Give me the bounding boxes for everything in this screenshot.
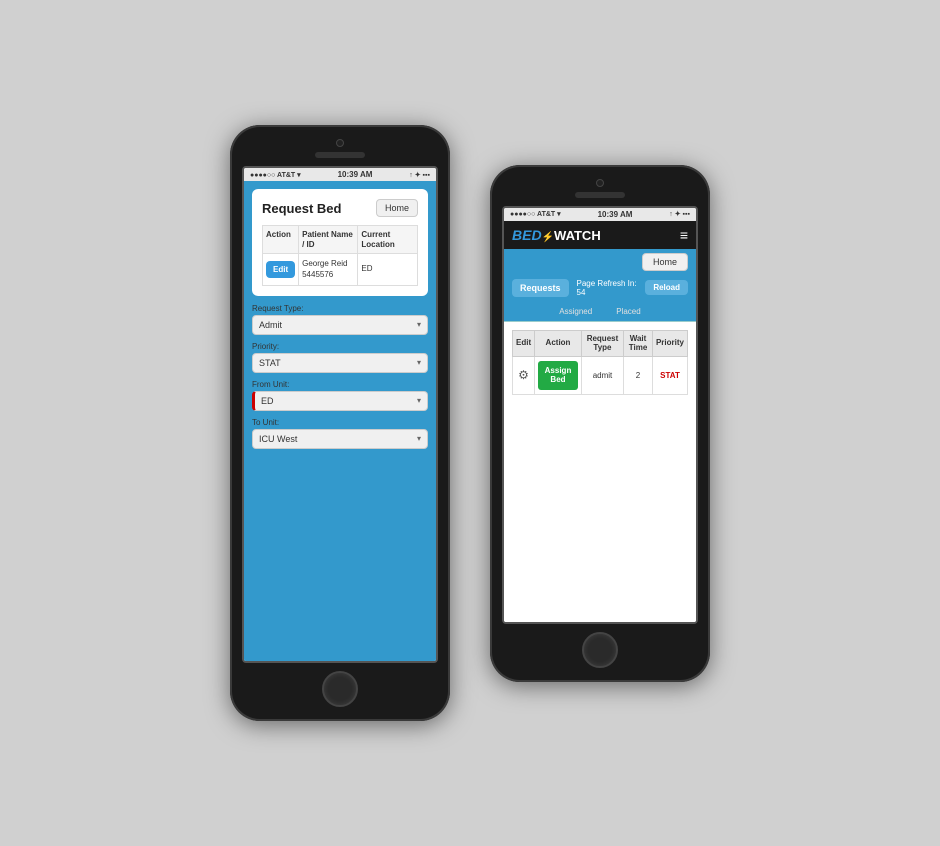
bedwatch-logo: BED⚡WATCH — [512, 227, 601, 243]
col-edit: Edit — [513, 330, 535, 356]
patient-table: Action Patient Name / ID Current Locatio… — [262, 225, 418, 286]
col-location: Current Location — [358, 226, 418, 254]
left-screen-content: Request Bed Home Action Patient Name / I… — [244, 181, 436, 661]
request-bed-card: Request Bed Home Action Patient Name / I… — [252, 189, 428, 296]
status-bar-right: ●●●●○○ AT&T ▾ 10:39 AM ↑ ✦ ▪▪▪ — [504, 208, 696, 221]
assign-cell: Assign Bed — [535, 356, 582, 394]
page-header: Request Bed Home — [262, 199, 418, 217]
assign-bed-button[interactable]: Assign Bed — [538, 361, 578, 390]
camera-left — [336, 139, 344, 147]
caret-from-unit: ▾ — [417, 396, 421, 405]
icons-right: ↑ ✦ ▪▪▪ — [669, 210, 690, 218]
refresh-text: Page Refresh In: 54 — [577, 279, 638, 297]
page-title: Request Bed — [262, 201, 341, 216]
home-button-left[interactable]: Home — [376, 199, 418, 217]
field-select-request-type[interactable]: Admit ▾ — [252, 315, 428, 335]
field-value-to-unit: ICU West — [259, 434, 297, 444]
patient-cell: George Reid 5445576 — [299, 254, 358, 286]
field-to-unit: To Unit: ICU West ▾ — [252, 418, 428, 449]
tab-assigned[interactable]: Assigned — [555, 306, 596, 317]
icons-left: ↑ ✦ ▪▪▪ — [409, 171, 430, 179]
wait-time-cell: 2 — [624, 356, 653, 394]
requests-table: Edit Action Request Type Wait Time Prior… — [512, 330, 688, 395]
logo-bed: BED — [512, 227, 542, 243]
requests-button[interactable]: Requests — [512, 279, 569, 297]
col-action: Action — [263, 226, 299, 254]
field-priority: Priority: STAT ▾ — [252, 342, 428, 373]
camera-right — [596, 179, 604, 187]
caret-priority: ▾ — [417, 358, 421, 367]
field-select-to-unit[interactable]: ICU West ▾ — [252, 429, 428, 449]
logo-divider: ⚡ — [542, 232, 554, 243]
field-select-priority[interactable]: STAT ▾ — [252, 353, 428, 373]
patient-name: George Reid — [302, 259, 347, 268]
request-type-cell: admit — [581, 356, 623, 394]
right-screen: ●●●●○○ AT&T ▾ 10:39 AM ↑ ✦ ▪▪▪ BED⚡WATCH… — [502, 206, 698, 624]
left-phone: ●●●●○○ AT&T ▾ 10:39 AM ↑ ✦ ▪▪▪ Request B… — [230, 125, 450, 721]
speaker-left — [315, 152, 365, 158]
field-value-request-type: Admit — [259, 320, 282, 330]
field-label-request-type: Request Type: — [252, 304, 428, 313]
col-action: Action — [535, 330, 582, 356]
field-select-from-unit[interactable]: ED ▾ — [252, 391, 428, 411]
logo-watch: WATCH — [554, 228, 601, 243]
status-bar-left: ●●●●○○ AT&T ▾ 10:39 AM ↑ ✦ ▪▪▪ — [244, 168, 436, 181]
carrier-left: ●●●●○○ AT&T ▾ — [250, 171, 301, 179]
home-button-hardware-left[interactable] — [322, 671, 358, 707]
col-wait-time: Wait Time — [624, 330, 653, 356]
col-priority: Priority — [652, 330, 687, 356]
stat-badge: STAT — [660, 371, 680, 380]
request-row: ⚙ Assign Bed admit 2 STAT — [513, 356, 688, 394]
gear-icon[interactable]: ⚙ — [518, 368, 529, 382]
reload-button[interactable]: Reload — [645, 280, 688, 295]
field-request-type: Request Type: Admit ▾ — [252, 304, 428, 335]
field-value-priority: STAT — [259, 358, 281, 368]
tab-placed[interactable]: Placed — [612, 306, 644, 317]
carrier-right: ●●●●○○ AT&T ▾ — [510, 210, 561, 218]
patient-id: 5445576 — [302, 270, 333, 279]
patient-row: Edit George Reid 5445576 ED — [263, 254, 418, 286]
caret-to-unit: ▾ — [417, 434, 421, 443]
time-right: 10:39 AM — [598, 210, 633, 219]
bedwatch-header: BED⚡WATCH ≡ — [504, 221, 696, 249]
bw-toolbar: Requests Page Refresh In: 54 Reload — [504, 275, 696, 303]
col-patient: Patient Name / ID — [299, 226, 358, 254]
location-cell: ED — [358, 254, 418, 286]
field-label-from-unit: From Unit: — [252, 380, 428, 389]
priority-cell: STAT — [652, 356, 687, 394]
home-button-hardware-right[interactable] — [582, 632, 618, 668]
bw-tabs-row: Assigned Placed — [504, 303, 696, 321]
bw-table-content: Edit Action Request Type Wait Time Prior… — [504, 322, 696, 622]
field-from-unit: From Unit: ED ▾ — [252, 380, 428, 411]
right-phone: ●●●●○○ AT&T ▾ 10:39 AM ↑ ✦ ▪▪▪ BED⚡WATCH… — [490, 165, 710, 682]
menu-icon[interactable]: ≡ — [680, 227, 688, 243]
edit-button[interactable]: Edit — [266, 261, 295, 278]
col-request-type: Request Type — [581, 330, 623, 356]
home-button-right[interactable]: Home — [642, 253, 688, 271]
caret-request-type: ▾ — [417, 320, 421, 329]
field-value-from-unit: ED — [261, 396, 274, 406]
bw-nav: Home — [504, 249, 696, 275]
action-cell: Edit — [263, 254, 299, 286]
left-screen: ●●●●○○ AT&T ▾ 10:39 AM ↑ ✦ ▪▪▪ Request B… — [242, 166, 438, 663]
field-label-to-unit: To Unit: — [252, 418, 428, 427]
field-label-priority: Priority: — [252, 342, 428, 351]
time-left: 10:39 AM — [338, 170, 373, 179]
speaker-right — [575, 192, 625, 198]
gear-cell: ⚙ — [513, 356, 535, 394]
